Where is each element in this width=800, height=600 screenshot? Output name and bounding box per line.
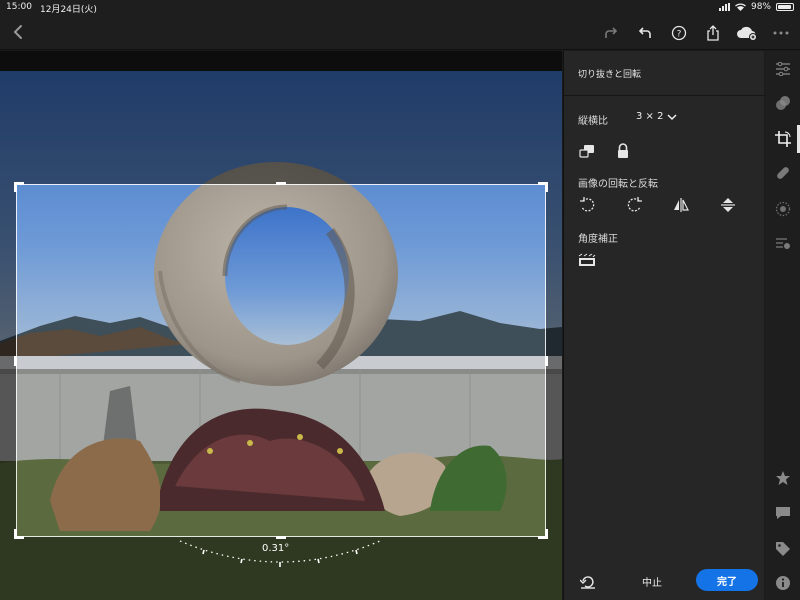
- lock-aspect-icon[interactable]: [614, 143, 632, 159]
- redo-icon[interactable]: [600, 23, 622, 43]
- chevron-down-icon: [667, 113, 677, 120]
- status-time: 15:00: [6, 2, 32, 12]
- straighten-label: 角度補正: [578, 234, 618, 245]
- rotate-left-icon[interactable]: [578, 197, 596, 213]
- aspect-dropdown[interactable]: 3 × 2: [636, 111, 677, 122]
- done-button[interactable]: 完了: [696, 569, 758, 591]
- angle-readout: 0.31°: [262, 543, 290, 554]
- signal-icon: [718, 3, 730, 11]
- rotate-flip-label: 画像の回転と反転: [578, 179, 658, 190]
- info-icon[interactable]: [773, 573, 792, 592]
- crop-handle-br-v[interactable]: [545, 529, 548, 539]
- crop-frame[interactable]: [16, 184, 546, 537]
- help-icon[interactable]: ?: [668, 23, 690, 43]
- crop-handle-right[interactable]: [545, 356, 548, 366]
- tag-icon[interactable]: [773, 539, 792, 558]
- status-date: 12月24日(火): [40, 5, 97, 15]
- battery-icon: [776, 3, 794, 11]
- cancel-button[interactable]: 中止: [642, 574, 662, 589]
- aspect-value: 3 × 2: [636, 111, 664, 122]
- panel-footer: 中止 完了: [564, 562, 765, 600]
- crop-icon[interactable]: [773, 129, 792, 148]
- wifi-icon: [735, 3, 746, 11]
- svg-text:?: ?: [677, 30, 682, 40]
- status-bar: 15:00 12月24日(火) 98%: [0, 0, 800, 16]
- back-icon[interactable]: [10, 23, 26, 41]
- healing-icon[interactable]: [773, 163, 792, 182]
- status-right: 98%: [718, 2, 794, 12]
- more-icon[interactable]: [770, 23, 792, 43]
- undo-icon[interactable]: [634, 23, 656, 43]
- versions-icon[interactable]: [773, 233, 792, 252]
- flip-horizontal-icon[interactable]: [672, 197, 690, 213]
- edit-sliders-icon[interactable]: [773, 59, 792, 78]
- reset-icon[interactable]: [579, 574, 596, 589]
- cloud-sync-icon[interactable]: [736, 23, 758, 43]
- comment-icon[interactable]: [773, 503, 792, 522]
- share-icon[interactable]: [702, 23, 724, 43]
- crop-mask-right: [546, 184, 562, 537]
- crop-handle-tl-v[interactable]: [14, 182, 17, 192]
- battery-percent: 98%: [750, 2, 771, 12]
- aspect-label: 縦横比: [578, 116, 608, 127]
- panel-title: 切り抜きと回転: [578, 70, 642, 80]
- orientation-swap-icon[interactable]: [578, 143, 596, 159]
- crop-handle-tr-v[interactable]: [545, 182, 548, 192]
- presets-icon[interactable]: [773, 93, 792, 112]
- top-toolbar: ?: [0, 16, 800, 50]
- crop-handle-left[interactable]: [14, 356, 17, 366]
- rotate-right-icon[interactable]: [626, 197, 644, 213]
- auto-straighten-icon[interactable]: [578, 252, 596, 268]
- crop-mask-top: [0, 51, 562, 184]
- panel-divider: [564, 95, 765, 96]
- selective-icon[interactable]: [773, 199, 792, 218]
- crop-rotate-panel: 切り抜きと回転 縦横比 3 × 2 画像の回転と反転 角度補正 中止 完了: [563, 51, 765, 600]
- crop-handle-top[interactable]: [276, 182, 286, 185]
- tool-rail: [765, 51, 800, 600]
- flip-vertical-icon[interactable]: [719, 197, 737, 213]
- star-icon[interactable]: [773, 468, 792, 487]
- photo-canvas[interactable]: 0.31°: [0, 51, 562, 600]
- crop-handle-bl-v[interactable]: [14, 529, 17, 539]
